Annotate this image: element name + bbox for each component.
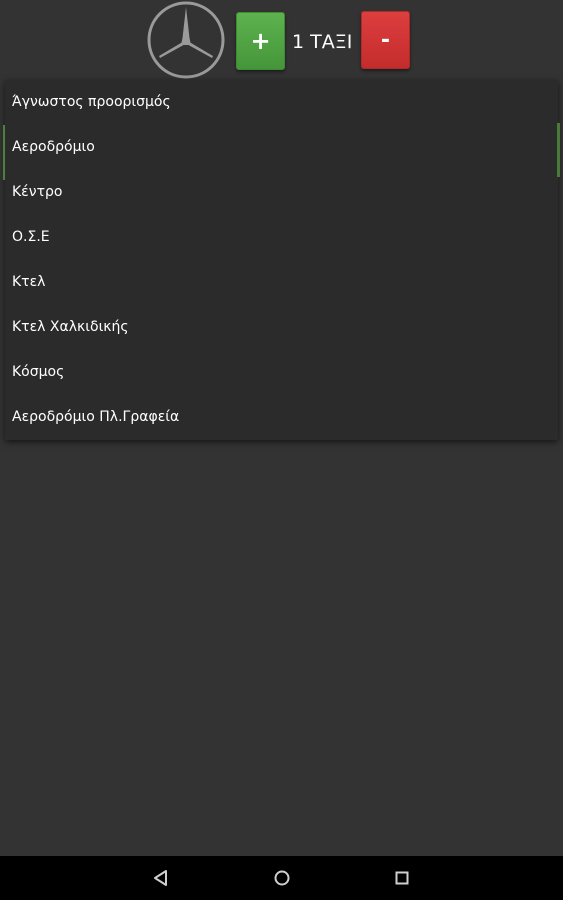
home-circle-icon[interactable] (270, 866, 294, 890)
app-screen: + 1 ΤΑΞΙ - Άγνωστος προορισμός Αεροδρόμι… (0, 0, 563, 900)
destination-item-label: Αεροδρόμιο (12, 139, 95, 155)
destination-item-label: Αεροδρόμιο Πλ.Γραφεία (12, 409, 180, 425)
destination-item-airport[interactable]: Αεροδρόμιο (3, 125, 558, 180)
destination-item-ktel[interactable]: Κτελ (5, 260, 558, 305)
destination-item-unknown[interactable]: Άγνωστος προορισμός (5, 80, 558, 125)
scrollbar-thumb[interactable] (557, 123, 560, 177)
taxi-count-label: 1 ΤΑΞΙ (292, 31, 353, 53)
destination-item-label: Κόσμος (12, 364, 65, 380)
destination-item-label: Ο.Σ.Ε (12, 229, 50, 245)
back-triangle-icon[interactable] (149, 866, 173, 890)
destination-item-ose[interactable]: Ο.Σ.Ε (5, 215, 558, 260)
destination-item-label: Κτελ (12, 274, 46, 290)
system-nav-bar (0, 856, 563, 900)
destination-item-label: Κτελ Χαλκιδικής (12, 319, 129, 335)
minus-label: - (380, 27, 391, 53)
destination-item-ktel-chalkidiki[interactable]: Κτελ Χαλκιδικής (5, 305, 558, 350)
destination-item-airport-offices[interactable]: Αεροδρόμιο Πλ.Γραφεία (5, 395, 558, 440)
remove-taxi-button[interactable]: - (361, 11, 410, 69)
destination-item-center[interactable]: Κέντρο (5, 170, 558, 215)
destination-item-kosmos[interactable]: Κόσμος (5, 350, 558, 395)
add-taxi-button[interactable]: + (236, 12, 285, 70)
destination-item-label: Άγνωστος προορισμός (12, 94, 171, 110)
top-bar: + 1 ΤΑΞΙ - (0, 0, 563, 80)
recents-square-icon[interactable] (390, 866, 414, 890)
mercedes-star-icon (147, 1, 225, 79)
destination-item-label: Κέντρο (12, 184, 63, 200)
destination-dropdown: Άγνωστος προορισμός Αεροδρόμιο Κέντρο Ο.… (3, 80, 560, 440)
plus-label: + (250, 27, 271, 55)
